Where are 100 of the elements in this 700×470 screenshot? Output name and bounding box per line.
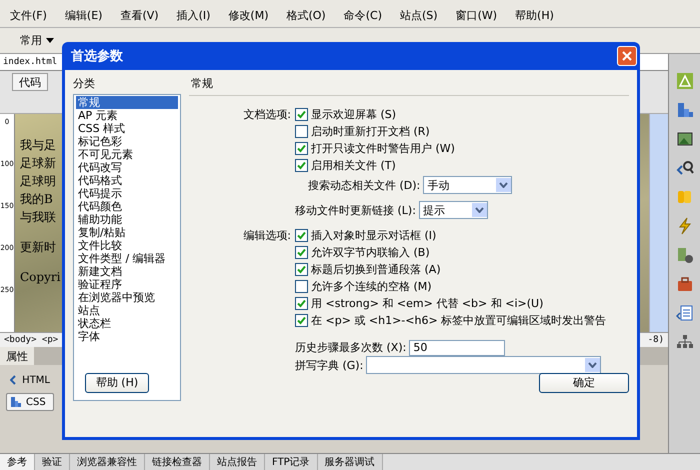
category-item[interactable]: 站点: [76, 304, 178, 317]
category-item[interactable]: 在浏览器中预览: [76, 291, 178, 304]
image-icon[interactable]: [676, 130, 694, 148]
input-field[interactable]: 50: [409, 340, 506, 356]
document-tab[interactable]: index.html: [3, 57, 58, 67]
panel-tab[interactable]: 站点报告: [210, 454, 265, 470]
checkbox[interactable]: [295, 229, 308, 242]
menu-item[interactable]: 查看(V): [120, 8, 159, 23]
help-button[interactable]: 帮助 (H): [85, 372, 149, 392]
page-text: Copyri: [20, 269, 60, 286]
menu-item[interactable]: 插入(I): [176, 8, 210, 23]
menu-item[interactable]: 站点(S): [400, 8, 438, 23]
menu-item[interactable]: 文件(F): [10, 8, 47, 23]
panel-tab[interactable]: 参考: [0, 454, 35, 470]
checkbox-label: 打开只读文件时警告用户 (W): [311, 141, 455, 156]
sitemap-icon[interactable]: [676, 333, 694, 351]
category-item[interactable]: 标记色彩: [76, 135, 178, 148]
briefcase-icon[interactable]: [676, 275, 694, 293]
scrollbar[interactable]: [649, 114, 668, 332]
dropdown[interactable]: [366, 356, 602, 374]
code-search-icon[interactable]: [676, 159, 694, 177]
category-item[interactable]: 文件比较: [76, 239, 178, 252]
checkbox-label: 标题后切换到普通段落 (A): [311, 262, 441, 277]
property-button[interactable]: HTML: [6, 371, 54, 389]
blocks-icon[interactable]: [676, 101, 694, 119]
section-title: 常规: [191, 77, 213, 90]
menu-item[interactable]: 命令(C): [344, 8, 382, 23]
checkbox-label: 启动时重新打开文档 (R): [311, 124, 430, 139]
checkbox[interactable]: [295, 125, 308, 138]
close-icon: [621, 50, 633, 62]
checkbox[interactable]: [295, 108, 308, 121]
category-item[interactable]: 不可见元素: [76, 148, 178, 161]
checkbox-label: 显示欢迎屏幕 (S): [311, 107, 396, 122]
category-item[interactable]: CSS 样式: [76, 122, 178, 135]
page-text: 足球明: [20, 173, 56, 190]
menu-item[interactable]: 窗口(W): [456, 8, 498, 23]
checkbox-label: 启用相关文件 (T): [311, 158, 396, 173]
panel-tab[interactable]: 服务器调试: [318, 454, 383, 470]
view-button[interactable]: 代码: [12, 73, 48, 91]
close-button[interactable]: [617, 46, 637, 66]
dropdown[interactable]: 提示: [418, 201, 488, 219]
panel-tab[interactable]: 属性: [0, 347, 34, 365]
category-item[interactable]: 代码格式: [76, 174, 178, 187]
checkbox[interactable]: [295, 297, 308, 310]
category-dropdown[interactable]: 常用: [20, 33, 54, 48]
status-text: -8): [648, 335, 664, 345]
panel-tab[interactable]: 浏览器兼容性: [70, 454, 145, 470]
category-item[interactable]: 辅助功能: [76, 213, 178, 226]
checkbox-label: 插入对象时显示对话框 (I): [311, 228, 436, 243]
checkbox[interactable]: [295, 246, 308, 259]
page-text: 足球新: [20, 155, 56, 172]
blocks-icon: [10, 396, 22, 408]
checkbox[interactable]: [295, 159, 308, 172]
dropdown[interactable]: 手动: [423, 176, 512, 194]
caret-icon: [499, 182, 508, 188]
category-item[interactable]: AP 元素: [76, 109, 178, 122]
checkbox-label: 用 <strong> 和 <em> 代替 <b> 和 <i>(U): [311, 296, 544, 311]
caret-icon: [474, 207, 484, 213]
category-item[interactable]: 验证程序: [76, 278, 178, 291]
code-brackets-icon: [10, 375, 18, 385]
menu-item[interactable]: 修改(M): [228, 8, 268, 23]
ok-button[interactable]: 确定: [539, 372, 629, 392]
checkbox-label: 在 <p> 或 <h1>-<h6> 标签中放置可编辑区域时发出警告: [311, 313, 606, 328]
checkbox[interactable]: [295, 314, 308, 327]
checkbox-label: 允许多个连续的空格 (M): [311, 279, 432, 294]
category-item[interactable]: 新建文档: [76, 265, 178, 278]
checkbox[interactable]: [295, 263, 308, 276]
field-label: 搜索动态相关文件 (D):: [308, 178, 420, 192]
menu-item[interactable]: 格式(O): [286, 8, 326, 23]
page-text: 我与足: [20, 137, 56, 154]
checkbox[interactable]: [295, 280, 308, 293]
field-label: 移动文件时更新链接 (L):: [295, 202, 416, 218]
document-code-icon[interactable]: [676, 304, 694, 322]
category-item[interactable]: 常规: [76, 96, 178, 109]
checkbox-label: 允许双字节内联输入 (B): [311, 245, 430, 260]
group-label: 文档选项:: [243, 108, 291, 121]
checkbox[interactable]: [295, 142, 308, 155]
property-button[interactable]: CSS: [6, 393, 54, 411]
category-item[interactable]: 复制/粘贴: [76, 226, 178, 239]
menu-item[interactable]: 编辑(E): [64, 8, 102, 23]
panel-tab[interactable]: FTP记录: [265, 454, 318, 470]
category-heading: 分类: [73, 76, 96, 91]
category-item[interactable]: 代码改写: [76, 161, 178, 174]
page-text: 更新时: [20, 239, 56, 256]
field-label: 历史步骤最多次数 (X):: [295, 340, 406, 355]
caret-icon: [46, 38, 54, 43]
category-item[interactable]: 状态栏: [76, 317, 178, 330]
page-text: 与我联: [20, 209, 56, 226]
category-item[interactable]: 字体: [76, 330, 178, 343]
category-item[interactable]: 代码提示: [76, 187, 178, 200]
tag-path: <body> <p>: [4, 335, 58, 345]
category-item[interactable]: 文件类型 / 编辑器: [76, 252, 178, 265]
panel-tab[interactable]: 链接检查器: [145, 454, 210, 470]
page-text: 我的B: [20, 191, 53, 208]
group-label: 编辑选项:: [243, 229, 291, 242]
panel-tab[interactable]: 验证: [35, 454, 70, 470]
menu-item[interactable]: 帮助(H): [515, 8, 554, 23]
category-item[interactable]: 代码颜色: [76, 200, 178, 213]
caret-icon: [588, 362, 598, 368]
field-label: 拼写字典 (G):: [295, 358, 364, 372]
